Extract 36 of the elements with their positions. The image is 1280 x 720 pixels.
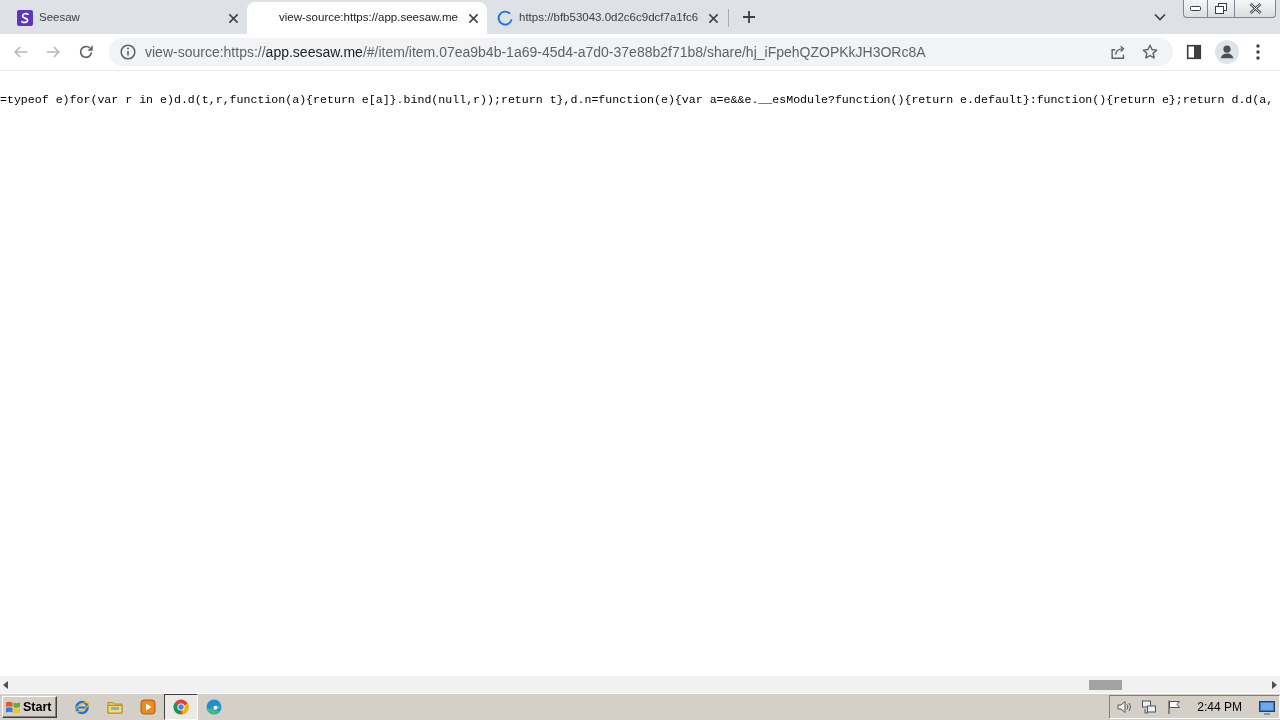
scroll-left-icon[interactable]: [3, 680, 8, 689]
source-code-line: =typeof e)for(var r in e)d.d(t,r,function(a){return e[a]}.bind(null,r));return t},d.n=function(e){var a=e&&e.__esModule?function(){return e.default}:function(){return e};return d.d(a,: [0, 93, 1275, 107]
loading-spinner-icon: [497, 10, 513, 26]
avatar-icon[interactable]: [1215, 40, 1239, 64]
close-icon[interactable]: [708, 12, 719, 24]
browser-tab[interactable]: https://bfb53043.0d2c6c9dcf7a1fc6: [487, 2, 727, 34]
restore-button[interactable]: [1208, 0, 1235, 18]
clock-time[interactable]: 2:44 PM: [1197, 698, 1242, 716]
address-bar[interactable]: view-source:https://app.seesaw.me/#/item/item.07ea9b4b-1a69-45d4-a7d0-37e88b2f71b8/share/hj_iFpehQZOPKkJH3ORc8A: [109, 38, 1173, 66]
reload-icon[interactable]: [77, 43, 95, 61]
info-icon[interactable]: [119, 43, 137, 61]
minimize-button[interactable]: [1183, 0, 1208, 18]
flag-icon[interactable]: [1166, 699, 1183, 715]
speaker-icon[interactable]: [1116, 699, 1133, 715]
close-icon[interactable]: [228, 12, 239, 24]
share-icon[interactable]: [1109, 43, 1127, 61]
side-panel-icon[interactable]: [1185, 43, 1203, 61]
menu-icon[interactable]: [1255, 43, 1261, 61]
windows-flag-icon: [5, 699, 21, 715]
scrollbar-thumb[interactable]: [1089, 679, 1122, 690]
close-icon[interactable]: [468, 12, 479, 24]
network-icon[interactable]: [1141, 699, 1158, 715]
plus-icon[interactable]: [741, 9, 757, 25]
app-logo-icon: [17, 10, 33, 26]
minimize-icon: [1190, 6, 1201, 11]
close-button[interactable]: [1235, 0, 1276, 18]
close-icon: [1248, 3, 1262, 14]
scroll-right-icon[interactable]: [1272, 680, 1277, 689]
play-icon[interactable]: [140, 699, 157, 715]
browser-tab[interactable]: Seesaw: [7, 2, 247, 34]
browser-icon[interactable]: [164, 694, 199, 720]
star-icon[interactable]: [1141, 43, 1159, 61]
show-desktop-icon[interactable]: [1259, 699, 1275, 715]
restore-icon: [1215, 3, 1227, 14]
browser-tab[interactable]: view-source:https://app.seesaw.me: [247, 2, 487, 34]
start-button[interactable]: Start: [2, 696, 58, 718]
